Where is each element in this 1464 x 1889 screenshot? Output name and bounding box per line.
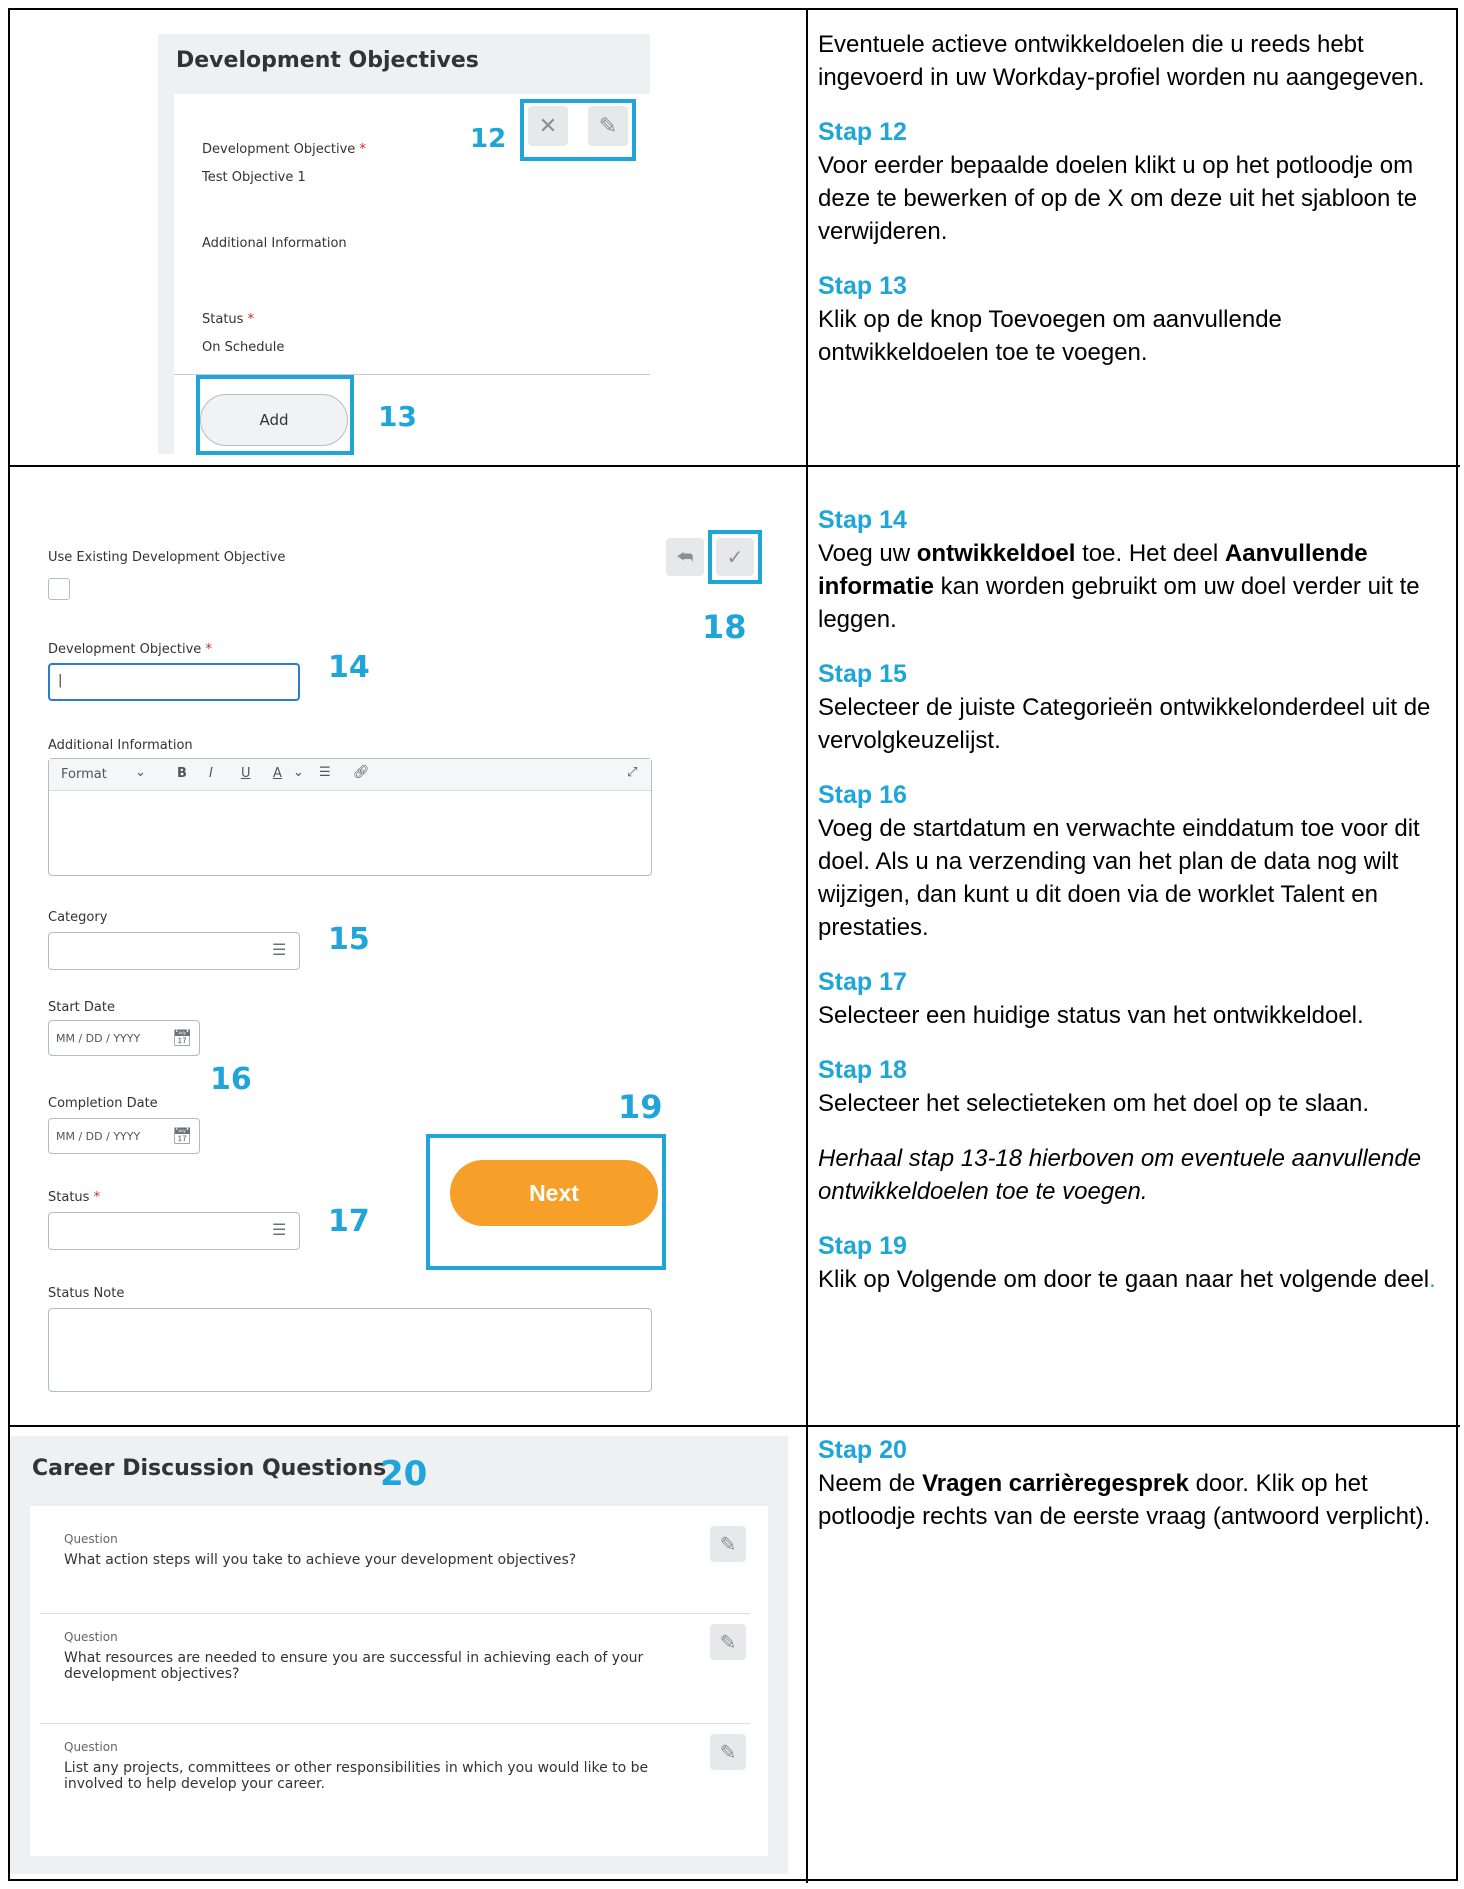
step14-text: Voeg uw ontwikkeldoel toe. Het deel Aanv…: [818, 540, 1420, 633]
callout-18: 18: [702, 608, 747, 646]
callout-box-19: [426, 1134, 666, 1270]
status-value: On Schedule: [202, 340, 285, 355]
step17-title: Stap 17: [818, 968, 907, 996]
additional-info-label: Additional Information: [48, 738, 193, 753]
row2-screenshot: Use Existing Development Objective ⮪ ✓ D…: [40, 530, 780, 1410]
question-text: List any projects, committees or other r…: [64, 1760, 649, 1792]
row-divider-2: [8, 1425, 1460, 1427]
step12-title: Stap 12: [818, 118, 907, 146]
row-divider-1: [8, 465, 1460, 467]
step15-text: Selecteer de juiste Categorieën ontwikke…: [818, 694, 1431, 754]
question-text: What resources are needed to ensure you …: [64, 1650, 644, 1682]
completion-date-label: Completion Date: [48, 1096, 158, 1111]
repeat-note: Herhaal stap 13-18 hierboven om eventuel…: [818, 1145, 1422, 1205]
callout-box-13: [196, 375, 354, 455]
question-label: Question: [64, 1532, 118, 1546]
field-label: Development Objective: [202, 142, 356, 157]
step20-title: Stap 20: [818, 1436, 907, 1464]
required-asterisk: *: [359, 142, 366, 157]
link-icon[interactable]: 🔗︎: [353, 765, 370, 780]
rich-text-editor[interactable]: Format ⌄ B I U A ⌄ ☰ 🔗︎ ⤢: [48, 758, 652, 876]
bold-button[interactable]: B: [177, 766, 187, 781]
dev-objective-input[interactable]: [48, 663, 300, 701]
callout-box-18: [708, 530, 762, 584]
callout-box-12: [520, 99, 636, 161]
list-icon[interactable]: ☰: [319, 765, 331, 780]
field-value: Test Objective 1: [202, 170, 306, 185]
underline-button[interactable]: U: [241, 766, 251, 781]
required-asterisk: *: [93, 1190, 101, 1205]
step19-title: Stap 19: [818, 1232, 907, 1260]
row3-instructions: Stap 20 Neem de Vragen carrièregesprek d…: [818, 1434, 1448, 1533]
start-date-label: Start Date: [48, 1000, 115, 1015]
step18-title: Stap 18: [818, 1056, 907, 1084]
panel-title: Development Objectives: [176, 48, 479, 73]
question-row: Question List any projects, committees o…: [40, 1726, 750, 1838]
category-select[interactable]: [48, 932, 300, 970]
cancel-icon[interactable]: ⮪: [666, 538, 704, 576]
required-asterisk: *: [205, 642, 212, 657]
use-existing-label: Use Existing Development Objective: [48, 550, 286, 565]
callout-16: 16: [210, 1062, 252, 1097]
pencil-icon[interactable]: ✎: [710, 1526, 746, 1562]
row2-instructions: Stap 14 Voeg uw ontwikkeldoel toe. Het d…: [818, 504, 1448, 1296]
question-label: Question: [64, 1630, 118, 1644]
column-divider: [806, 8, 808, 1883]
text-cursor: |: [58, 673, 63, 688]
callout-20: 20: [380, 1454, 428, 1494]
step20-text: Neem de Vragen carrièregesprek door. Kli…: [818, 1470, 1431, 1530]
row3-screenshot: Career Discussion Questions 20 Question …: [10, 1436, 788, 1874]
use-existing-checkbox[interactable]: [48, 578, 70, 600]
completion-date-placeholder: MM / DD / YYYY: [56, 1130, 141, 1143]
calendar-icon[interactable]: 📅︎: [172, 1126, 192, 1146]
step16-title: Stap 16: [818, 781, 907, 809]
step19-text: Klik op Volgende om door te gaan naar he…: [818, 1266, 1436, 1293]
italic-button[interactable]: I: [209, 766, 213, 781]
panel-title: Career Discussion Questions: [32, 1456, 387, 1481]
list-icon[interactable]: ☰: [272, 1220, 286, 1240]
step12-text: Voor eerder bepaalde doelen klikt u op h…: [818, 152, 1418, 245]
calendar-icon[interactable]: 📅︎: [172, 1028, 192, 1048]
format-dropdown[interactable]: Format: [61, 767, 107, 782]
chevron-down-icon[interactable]: ⌄: [135, 765, 146, 780]
chevron-down-icon[interactable]: ⌄: [293, 765, 304, 780]
question-label: Question: [64, 1740, 118, 1754]
step13-title: Stap 13: [818, 272, 907, 300]
intro-text: Eventuele actieve ontwikkeldoelen die u …: [818, 31, 1425, 91]
editor-toolbar: Format ⌄ B I U A ⌄ ☰ 🔗︎ ⤢: [49, 759, 651, 791]
step15-title: Stap 15: [818, 660, 907, 688]
status-label: Status: [48, 1190, 90, 1205]
additional-info-label: Additional Information: [202, 236, 347, 251]
dev-objective-label: Development Objective: [48, 642, 202, 657]
callout-17: 17: [328, 1204, 370, 1239]
step18-text: Selecteer het selectieteken om het doel …: [818, 1090, 1370, 1117]
category-label: Category: [48, 910, 108, 925]
pencil-icon[interactable]: ✎: [710, 1734, 746, 1770]
callout-12: 12: [470, 124, 507, 154]
start-date-placeholder: MM / DD / YYYY: [56, 1032, 141, 1045]
callout-15: 15: [328, 922, 370, 957]
callout-13: 13: [378, 400, 417, 433]
panel-left-strip: [158, 94, 174, 454]
expand-icon[interactable]: ⤢: [627, 765, 637, 780]
callout-14: 14: [328, 650, 370, 685]
step16-text: Voeg de startdatum en verwachte einddatu…: [818, 815, 1420, 941]
question-row: Question What action steps will you take…: [40, 1518, 750, 1614]
question-text: What action steps will you take to achie…: [64, 1552, 577, 1568]
question-row: Question What resources are needed to en…: [40, 1616, 750, 1724]
required-asterisk: *: [247, 312, 255, 327]
status-note-textarea[interactable]: [48, 1308, 652, 1392]
status-note-label: Status Note: [48, 1286, 125, 1301]
step14-title: Stap 14: [818, 506, 907, 534]
list-icon[interactable]: ☰: [272, 940, 286, 960]
callout-19: 19: [618, 1088, 663, 1126]
step13-text: Klik op de knop Toevoegen om aanvullende…: [818, 306, 1282, 366]
step17-text: Selecteer een huidige status van het ont…: [818, 1002, 1364, 1029]
status-label: Status: [202, 312, 244, 327]
text-color-button[interactable]: A: [273, 766, 282, 781]
status-select[interactable]: [48, 1212, 300, 1250]
row1-instructions: Eventuele actieve ontwikkeldoelen die u …: [818, 28, 1448, 369]
pencil-icon[interactable]: ✎: [710, 1624, 746, 1660]
